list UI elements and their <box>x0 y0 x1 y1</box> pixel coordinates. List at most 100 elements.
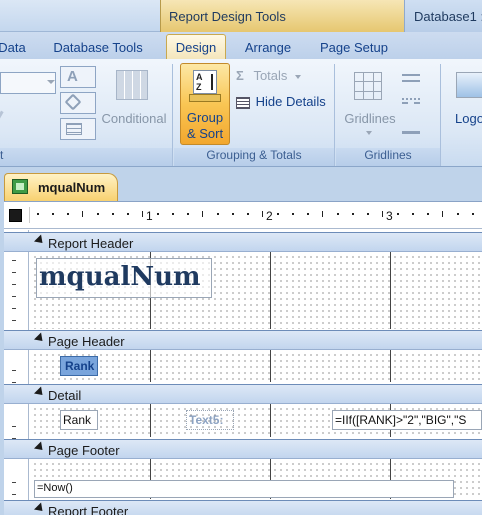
footer-now-textbox[interactable]: =Now() <box>34 480 454 498</box>
chevron-down-icon[interactable] <box>47 80 55 84</box>
report-title-label[interactable]: mqualNum <box>36 258 212 298</box>
select-report-box[interactable] <box>9 209 22 222</box>
ruler-tick <box>97 213 99 215</box>
ruler-tick <box>202 211 203 217</box>
group-label-gridlines: Gridlines <box>336 148 440 166</box>
report-designer: 1 2 3 Report Header mqualNum Page Header… <box>4 201 482 515</box>
group-sort-line1: Group <box>186 110 224 125</box>
section-report-footer[interactable]: Report Footer <box>29 500 482 515</box>
ruler-tick <box>412 213 414 215</box>
chevron-down-icon <box>295 74 302 79</box>
ruler-tick <box>262 211 263 217</box>
ruler-tick <box>457 213 459 215</box>
section-detail[interactable]: Detail <box>29 384 482 404</box>
ruler-tick <box>232 213 234 215</box>
page-header-rank-label[interactable]: Rank <box>60 356 98 376</box>
gridlines-icon <box>354 72 382 100</box>
ruler-mark-2: 2 <box>266 209 273 223</box>
group-label-font-text: t <box>0 148 4 162</box>
group-box-icon <box>189 94 221 102</box>
line-thickness-icon[interactable] <box>402 74 420 82</box>
ruler-tick <box>367 213 369 215</box>
group-sort-line2: & Sort <box>186 126 224 141</box>
section-arrow-icon <box>33 502 47 515</box>
line-type-button[interactable] <box>60 118 96 140</box>
logo-button[interactable]: Logo <box>455 111 482 126</box>
conditional-button[interactable]: Conditional <box>100 111 168 126</box>
line-color-icon[interactable] <box>402 120 420 134</box>
tab-design[interactable]: Design <box>166 34 226 61</box>
section-label: Detail <box>48 388 82 403</box>
document-tab[interactable]: mqualNum <box>4 173 118 201</box>
totals-button[interactable]: Σ Totals <box>236 68 302 83</box>
logo-icon <box>456 72 482 98</box>
font-color-button[interactable]: A <box>60 66 96 88</box>
ruler-tick <box>12 426 16 427</box>
tab-arrange[interactable]: Arrange <box>236 38 300 60</box>
section-arrow-icon <box>33 441 47 454</box>
ruler-tick <box>127 213 129 215</box>
totals-label: Totals <box>253 68 288 83</box>
context-title-label: Report Design Tools <box>169 9 286 24</box>
section-page-footer[interactable]: Page Footer <box>29 439 482 459</box>
database-title-label: Database1 : <box>414 9 482 24</box>
ribbon-separator <box>440 64 441 166</box>
ruler-tick <box>12 308 16 309</box>
ruler-tick <box>12 296 16 297</box>
sort-az-icon: AZ <box>193 70 217 94</box>
hide-details-button[interactable]: Hide Details <box>236 94 326 109</box>
ribbon-tabs: Data Database Tools Design Arrange Page … <box>0 32 482 61</box>
tab-database-tools[interactable]: Database Tools <box>42 38 154 60</box>
ruler-tick <box>12 370 16 371</box>
ruler-tick <box>12 482 16 483</box>
ribbon-separator <box>334 64 335 166</box>
hide-details-label: Hide Details <box>255 94 326 109</box>
section-label: Page Header <box>48 334 125 349</box>
detail-rank-textbox[interactable]: Rank <box>60 410 98 430</box>
ruler-tick <box>397 213 399 215</box>
hide-details-icon <box>236 96 250 109</box>
ruler-tick <box>472 213 474 215</box>
group-sort-button[interactable]: AZ Group & Sort <box>180 63 230 145</box>
ruler-tick <box>187 213 189 215</box>
chevron-down-icon <box>366 131 372 135</box>
ruler-tick <box>52 213 54 215</box>
ruler-tick <box>292 213 294 215</box>
tab-page-setup[interactable]: Page Setup <box>312 38 396 60</box>
line-style-icon[interactable] <box>402 98 420 104</box>
vertical-ruler <box>4 230 29 515</box>
ruler-tick <box>12 284 16 285</box>
group-label-grouping-totals: Grouping & Totals <box>174 148 334 166</box>
ruler-tick <box>427 213 429 215</box>
section-label: Page Footer <box>48 443 120 458</box>
database-title: Database1 : <box>404 0 482 32</box>
section-label: Report Header <box>48 236 134 251</box>
title-bar: Report Design Tools Database1 : <box>0 0 482 32</box>
ruler-tick <box>82 211 83 217</box>
detail-text5-label[interactable]: Text5: <box>186 410 234 430</box>
ruler-tick <box>247 213 249 215</box>
section-report-header[interactable]: Report Header <box>29 232 482 252</box>
ruler-tick <box>337 213 339 215</box>
ruler-tick <box>442 211 443 217</box>
ruler-tick <box>352 213 354 215</box>
ruler-tick <box>67 213 69 215</box>
section-page-header[interactable]: Page Header <box>29 330 482 350</box>
report-header-grid: mqualNum <box>30 252 482 329</box>
sigma-icon: Σ <box>236 68 244 83</box>
gridlines-button[interactable]: Gridlines <box>342 111 398 126</box>
ruler-tick <box>217 213 219 215</box>
tab-data[interactable]: Data <box>0 38 30 60</box>
ruler-tick <box>172 213 174 215</box>
group-label-font: t <box>0 148 172 166</box>
ruler-tick <box>12 382 16 383</box>
ruler-tick <box>307 213 309 215</box>
ruler-tick <box>322 211 323 217</box>
font-color-icon: A <box>67 68 78 85</box>
ruler-tick <box>277 213 279 215</box>
detail-expression-textbox[interactable]: =IIf([RANK]>"2","BIG","S <box>332 410 482 430</box>
fill-color-button[interactable] <box>60 92 96 114</box>
report-icon <box>12 179 28 194</box>
ruler-mark-1: 1 <box>146 209 153 223</box>
ruler-tick <box>12 320 16 321</box>
